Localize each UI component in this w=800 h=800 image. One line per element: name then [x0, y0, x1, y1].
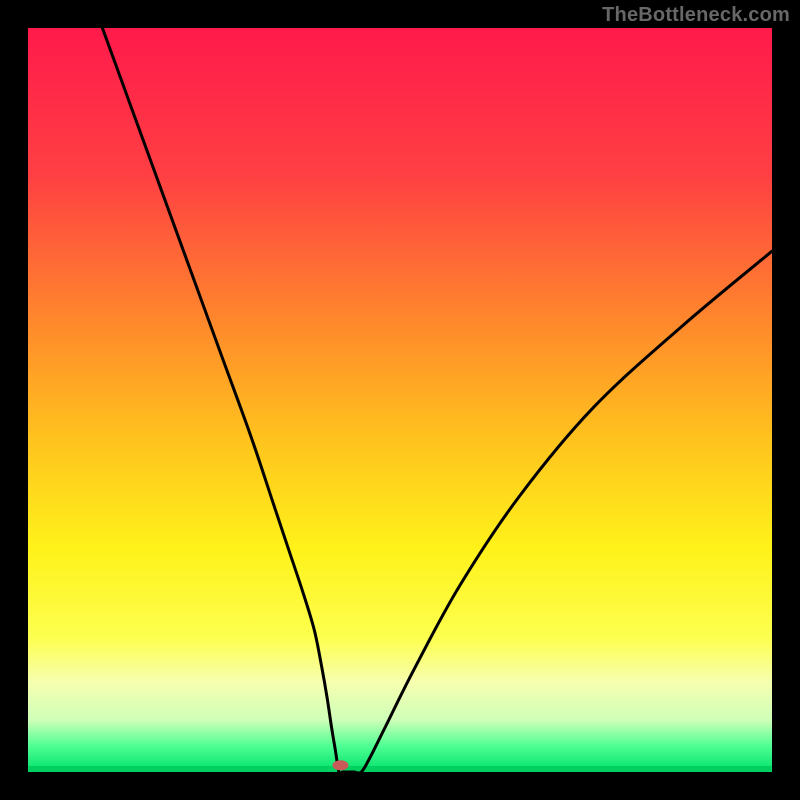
- watermark-label: TheBottleneck.com: [602, 4, 790, 27]
- optimal-marker: [332, 760, 348, 770]
- plot-area: [28, 28, 772, 772]
- chart-container: TheBottleneck.com: [0, 0, 800, 800]
- chart-background: [28, 28, 772, 772]
- chart-svg: [28, 28, 772, 772]
